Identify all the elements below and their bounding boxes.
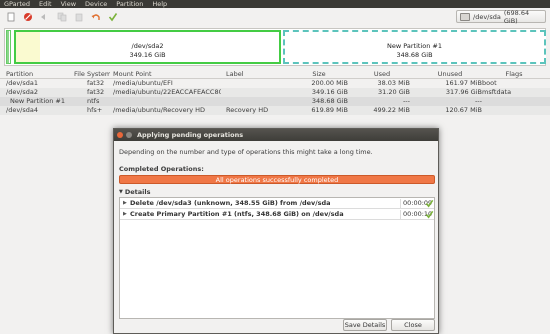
expand-arrow-icon[interactable]: ▶ — [123, 209, 127, 220]
copy-icon — [57, 12, 67, 22]
device-name: /dev/sda — [473, 12, 501, 21]
device-size: (698.64 GiB) — [503, 8, 530, 25]
paste-icon — [75, 13, 83, 22]
resize-icon — [41, 14, 49, 20]
row-size: 619.89 MiB — [311, 106, 348, 114]
row-mount: /media/ubuntu/22EACCAFEACC8091 — [113, 88, 221, 96]
table-row[interactable]: New Partition #1 ntfs 348.68 GiB --- --- — [0, 97, 550, 106]
expand-arrow-icon[interactable]: ▶ — [123, 198, 127, 209]
list-item[interactable]: ▶ Delete /dev/sda3 (unknown, 348.55 GiB)… — [120, 198, 434, 209]
col-mountpoint[interactable]: Mount Point — [113, 70, 221, 79]
row-used: 499.22 MiB — [373, 106, 410, 114]
col-filesystem[interactable]: File System — [74, 70, 110, 79]
map-sda2-name: /dev/sda2 — [131, 42, 164, 50]
list-item[interactable]: ▶ Create Primary Partition #1 (ntfs, 348… — [120, 209, 434, 220]
undo-icon — [91, 14, 100, 20]
menu-view[interactable]: View — [61, 0, 76, 8]
row-used: --- — [402, 97, 410, 105]
row-flags: msftdata — [482, 88, 512, 96]
expander-arrow-icon: ▼ — [119, 189, 123, 195]
dialog-description: Depending on the number and type of oper… — [119, 148, 373, 156]
menu-help[interactable]: Help — [152, 0, 167, 8]
minimize-icon[interactable] — [126, 132, 132, 138]
new-button[interactable] — [5, 11, 17, 23]
menubar: GParted Edit View Device Partition Help — [0, 0, 550, 8]
resize-button[interactable] — [39, 11, 51, 23]
row-used: 31.20 GiB — [378, 88, 410, 96]
new-icon — [7, 12, 15, 22]
row-unused: 161.97 MiB — [445, 79, 482, 87]
delete-button[interactable] — [22, 11, 34, 23]
partition-table: Partition File System Mount Point Label … — [0, 70, 550, 115]
details-label: Details — [124, 188, 151, 196]
apply-button[interactable] — [107, 11, 119, 23]
toolbar: /dev/sda (698.64 GiB) — [0, 8, 550, 26]
row-size: 348.68 GiB — [311, 97, 348, 105]
progress-bar: All operations successfully completed — [119, 175, 435, 184]
map-new-size: 348.68 GiB — [396, 51, 433, 59]
table-row[interactable]: /dev/sda1 ⚿ fat32 /media/ubuntu/EFI 200.… — [0, 79, 550, 88]
row-size: 200.00 MiB — [311, 79, 348, 87]
progress-status: All operations successfully completed — [215, 176, 339, 184]
row-unused: --- — [474, 97, 482, 105]
close-icon[interactable] — [117, 132, 123, 138]
menu-partition[interactable]: Partition — [116, 0, 143, 8]
row-mount: /media/ubuntu/EFI — [113, 79, 173, 87]
menu-gparted[interactable]: GParted — [4, 0, 30, 8]
delete-icon — [24, 13, 32, 21]
row-unused: 120.67 MiB — [445, 106, 482, 114]
dialog-title: Applying pending operations — [137, 131, 244, 139]
operations-list: ▶ Delete /dev/sda3 (unknown, 348.55 GiB)… — [119, 197, 435, 319]
operation-text: Delete /dev/sda3 (unknown, 348.55 GiB) f… — [130, 199, 331, 207]
col-flags[interactable]: Flags — [482, 70, 546, 79]
paste-button[interactable] — [73, 11, 85, 23]
save-details-button[interactable]: Save Details — [343, 319, 387, 331]
map-sda2-size: 349.16 GiB — [129, 51, 166, 59]
table-row[interactable]: /dev/sda4 ⚿ hfs+ /media/ubuntu/Recovery … — [0, 106, 550, 115]
row-flags: boot — [482, 79, 497, 87]
partition-map: /dev/sda2 349.16 GiB New Partition #1 34… — [4, 28, 546, 66]
col-label[interactable]: Label — [226, 70, 286, 79]
col-size[interactable]: Size — [290, 70, 348, 79]
row-fs: ntfs — [87, 97, 100, 105]
row-partition: /dev/sda2 — [6, 88, 38, 96]
apply-icon — [108, 13, 118, 22]
table-header: Partition File System Mount Point Label … — [0, 70, 550, 79]
map-new-name: New Partition #1 — [387, 42, 442, 50]
col-partition[interactable]: Partition — [6, 70, 66, 79]
map-segment-new-partition[interactable]: New Partition #1 348.68 GiB — [283, 30, 546, 64]
map-segment-sda1[interactable] — [6, 30, 11, 64]
operation-text: Create Primary Partition #1 (ntfs, 348.6… — [130, 210, 344, 218]
device-selector[interactable]: /dev/sda (698.64 GiB) — [456, 8, 546, 25]
table-row[interactable]: /dev/sda2 ⚿ fat32 /media/ubuntu/22EACCAF… — [0, 88, 550, 97]
completed-heading: Completed Operations: — [119, 165, 204, 173]
row-partition: /dev/sda4 — [6, 106, 38, 114]
apply-operations-dialog: Applying pending operations Depending on… — [113, 128, 439, 334]
checkmark-icon — [425, 199, 434, 208]
copy-button[interactable] — [56, 11, 68, 23]
row-partition: /dev/sda1 — [6, 79, 38, 87]
col-used[interactable]: Used — [354, 70, 410, 79]
dialog-titlebar: Applying pending operations — [114, 129, 438, 141]
checkmark-icon — [425, 210, 434, 219]
close-button[interactable]: Close — [391, 319, 435, 331]
row-partition: New Partition #1 — [10, 97, 65, 105]
row-used: 38.03 MiB — [377, 79, 410, 87]
menu-device[interactable]: Device — [85, 0, 107, 8]
row-unused: 317.96 GiB — [445, 88, 482, 96]
details-expander[interactable]: ▼ Details — [119, 188, 150, 196]
undo-button[interactable] — [90, 11, 102, 23]
row-mount: /media/ubuntu/Recovery HD — [113, 106, 206, 114]
row-size: 349.16 GiB — [311, 88, 348, 96]
col-unused[interactable]: Unused — [418, 70, 482, 79]
disk-icon — [460, 12, 470, 21]
map-segment-sda2[interactable]: /dev/sda2 349.16 GiB — [14, 30, 281, 64]
menu-edit[interactable]: Edit — [39, 0, 52, 8]
row-label: Recovery HD — [226, 106, 269, 114]
